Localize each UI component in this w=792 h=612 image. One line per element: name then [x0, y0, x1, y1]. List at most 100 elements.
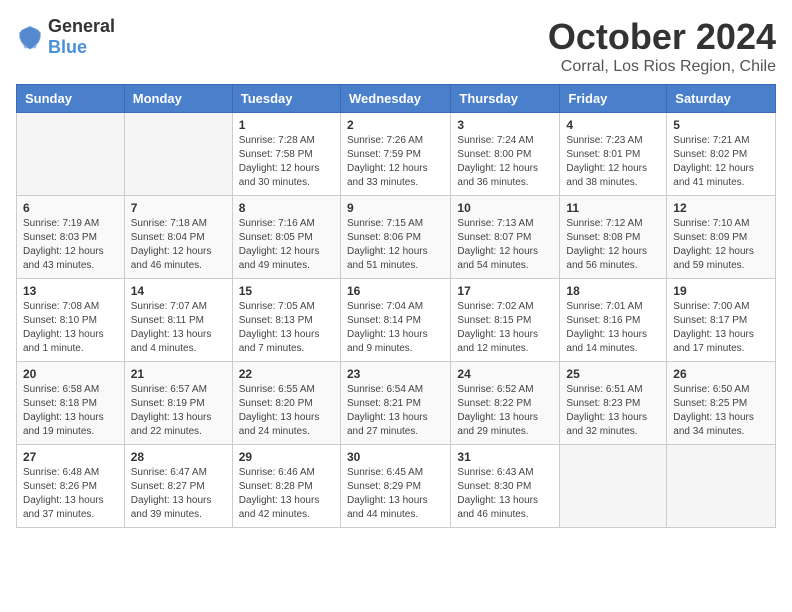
calendar-cell: 11 Sunrise: 7:12 AMSunset: 8:08 PMDayligh… [560, 196, 667, 279]
day-info: Sunrise: 6:45 AMSunset: 8:29 PMDaylight:… [347, 466, 444, 522]
day-info: Sunrise: 6:57 AMSunset: 8:19 PMDaylight:… [131, 383, 226, 439]
day-number: 17 [457, 284, 553, 298]
calendar-cell: 24Sunrise: 6:52 AMSunset: 8:22 PMDayligh… [451, 362, 560, 445]
day-info: Sunrise: 7:01 AMSunset: 8:16 PMDaylight:… [566, 300, 660, 356]
day-number: 26 [673, 367, 769, 381]
page-header: General Blue October 2024 Corral, Los Ri… [16, 16, 776, 76]
day-info: Sunrise: 6:55 AMSunset: 8:20 PMDaylight:… [239, 383, 334, 439]
day-info: Sunrise: 7:15 AMSunset: 8:06 PMDaylight:… [347, 217, 444, 273]
day-number: 22 [239, 367, 334, 381]
calendar-cell: 15 Sunrise: 7:05 AMSunset: 8:13 PMDayligh… [232, 279, 340, 362]
weekday-header-saturday: Saturday [667, 85, 776, 113]
day-number: 31 [457, 450, 553, 464]
calendar-cell: 2 Sunrise: 7:26 AMSunset: 7:59 PMDaylight… [340, 113, 450, 196]
calendar-cell: 9 Sunrise: 7:15 AMSunset: 8:06 PMDaylight… [340, 196, 450, 279]
day-number: 5 [673, 118, 769, 132]
logo-text: General Blue [48, 16, 115, 58]
day-number: 27 [23, 450, 118, 464]
calendar-cell: 29 Sunrise: 6:46 AMSunset: 8:28 PMDayligh… [232, 445, 340, 528]
day-info: Sunrise: 7:23 AMSunset: 8:01 PMDaylight:… [566, 134, 660, 190]
calendar-cell: 26 Sunrise: 6:50 AMSunset: 8:25 PMDayligh… [667, 362, 776, 445]
day-info: Sunrise: 7:26 AMSunset: 7:59 PMDaylight:… [347, 134, 444, 190]
calendar-header-row: SundayMondayTuesdayWednesdayThursdayFrid… [17, 85, 776, 113]
day-number: 7 [131, 201, 226, 215]
day-number: 2 [347, 118, 444, 132]
calendar-cell: 7 Sunrise: 7:18 AMSunset: 8:04 PMDaylight… [124, 196, 232, 279]
location-title: Corral, Los Rios Region, Chile [548, 58, 776, 76]
day-info: Sunrise: 7:16 AMSunset: 8:05 PMDaylight:… [239, 217, 334, 273]
day-info: Sunrise: 7:12 AMSunset: 8:08 PMDaylight:… [566, 217, 660, 273]
day-number: 11 [566, 201, 660, 215]
calendar-table: SundayMondayTuesdayWednesdayThursdayFrid… [16, 84, 776, 528]
day-info: Sunrise: 7:02 AMSunset: 8:15 PMDaylight:… [457, 300, 553, 356]
day-info: Sunrise: 7:13 AMSunset: 8:07 PMDaylight:… [457, 217, 553, 273]
calendar-week-5: 27Sunrise: 6:48 AMSunset: 8:26 PMDayligh… [17, 445, 776, 528]
calendar-week-2: 6Sunrise: 7:19 AMSunset: 8:03 PMDaylight… [17, 196, 776, 279]
day-info: Sunrise: 6:52 AMSunset: 8:22 PMDaylight:… [457, 383, 553, 439]
day-number: 8 [239, 201, 334, 215]
day-number: 28 [131, 450, 226, 464]
day-number: 10 [457, 201, 553, 215]
day-info: Sunrise: 7:21 AMSunset: 8:02 PMDaylight:… [673, 134, 769, 190]
day-info: Sunrise: 6:51 AMSunset: 8:23 PMDaylight:… [566, 383, 660, 439]
calendar-cell: 10 Sunrise: 7:13 AMSunset: 8:07 PMDayligh… [451, 196, 560, 279]
day-number: 3 [457, 118, 553, 132]
day-number: 21 [131, 367, 226, 381]
weekday-header-thursday: Thursday [451, 85, 560, 113]
day-number: 25 [566, 367, 660, 381]
weekday-header-monday: Monday [124, 85, 232, 113]
calendar-cell: 27Sunrise: 6:48 AMSunset: 8:26 PMDayligh… [17, 445, 125, 528]
day-number: 13 [23, 284, 118, 298]
day-number: 12 [673, 201, 769, 215]
day-number: 1 [239, 118, 334, 132]
calendar-cell: 6Sunrise: 7:19 AMSunset: 8:03 PMDaylight… [17, 196, 125, 279]
day-info: Sunrise: 7:28 AMSunset: 7:58 PMDaylight:… [239, 134, 334, 190]
month-title: October 2024 [548, 16, 776, 58]
calendar-cell [124, 113, 232, 196]
calendar-cell: 18 Sunrise: 7:01 AMSunset: 8:16 PMDayligh… [560, 279, 667, 362]
calendar-cell: 8 Sunrise: 7:16 AMSunset: 8:05 PMDaylight… [232, 196, 340, 279]
day-number: 6 [23, 201, 118, 215]
weekday-header-tuesday: Tuesday [232, 85, 340, 113]
day-info: Sunrise: 7:07 AMSunset: 8:11 PMDaylight:… [131, 300, 226, 356]
day-info: Sunrise: 6:43 AMSunset: 8:30 PMDaylight:… [457, 466, 553, 522]
calendar-cell: 22 Sunrise: 6:55 AMSunset: 8:20 PMDayligh… [232, 362, 340, 445]
day-info: Sunrise: 6:58 AMSunset: 8:18 PMDaylight:… [23, 383, 118, 439]
day-info: Sunrise: 7:24 AMSunset: 8:00 PMDaylight:… [457, 134, 553, 190]
calendar-cell: 14Sunrise: 7:07 AMSunset: 8:11 PMDayligh… [124, 279, 232, 362]
day-number: 29 [239, 450, 334, 464]
logo-general: General [48, 16, 115, 36]
day-number: 15 [239, 284, 334, 298]
calendar-cell: 16Sunrise: 7:04 AMSunset: 8:14 PMDayligh… [340, 279, 450, 362]
day-number: 19 [673, 284, 769, 298]
calendar-week-4: 20Sunrise: 6:58 AMSunset: 8:18 PMDayligh… [17, 362, 776, 445]
calendar-cell: 12 Sunrise: 7:10 AMSunset: 8:09 PMDayligh… [667, 196, 776, 279]
day-number: 16 [347, 284, 444, 298]
day-info: Sunrise: 7:05 AMSunset: 8:13 PMDaylight:… [239, 300, 334, 356]
calendar-cell: 25 Sunrise: 6:51 AMSunset: 8:23 PMDayligh… [560, 362, 667, 445]
day-number: 4 [566, 118, 660, 132]
day-info: Sunrise: 6:47 AMSunset: 8:27 PMDaylight:… [131, 466, 226, 522]
calendar-cell: 30Sunrise: 6:45 AMSunset: 8:29 PMDayligh… [340, 445, 450, 528]
calendar-cell: 21 Sunrise: 6:57 AMSunset: 8:19 PMDayligh… [124, 362, 232, 445]
day-info: Sunrise: 6:50 AMSunset: 8:25 PMDaylight:… [673, 383, 769, 439]
day-info: Sunrise: 7:00 AMSunset: 8:17 PMDaylight:… [673, 300, 769, 356]
day-number: 9 [347, 201, 444, 215]
day-info: Sunrise: 7:18 AMSunset: 8:04 PMDaylight:… [131, 217, 226, 273]
calendar-cell: 31 Sunrise: 6:43 AMSunset: 8:30 PMDayligh… [451, 445, 560, 528]
logo-icon [16, 23, 44, 51]
day-info: Sunrise: 7:10 AMSunset: 8:09 PMDaylight:… [673, 217, 769, 273]
calendar-week-3: 13 Sunrise: 7:08 AMSunset: 8:10 PMDayligh… [17, 279, 776, 362]
calendar-cell: 20Sunrise: 6:58 AMSunset: 8:18 PMDayligh… [17, 362, 125, 445]
day-info: Sunrise: 7:08 AMSunset: 8:10 PMDaylight:… [23, 300, 118, 356]
day-info: Sunrise: 6:46 AMSunset: 8:28 PMDaylight:… [239, 466, 334, 522]
weekday-header-sunday: Sunday [17, 85, 125, 113]
day-number: 18 [566, 284, 660, 298]
calendar-cell [560, 445, 667, 528]
calendar-cell: 23Sunrise: 6:54 AMSunset: 8:21 PMDayligh… [340, 362, 450, 445]
calendar-cell: 17 Sunrise: 7:02 AMSunset: 8:15 PMDayligh… [451, 279, 560, 362]
weekday-header-friday: Friday [560, 85, 667, 113]
calendar-cell [17, 113, 125, 196]
calendar-cell: 28 Sunrise: 6:47 AMSunset: 8:27 PMDayligh… [124, 445, 232, 528]
calendar-cell: 19 Sunrise: 7:00 AMSunset: 8:17 PMDayligh… [667, 279, 776, 362]
